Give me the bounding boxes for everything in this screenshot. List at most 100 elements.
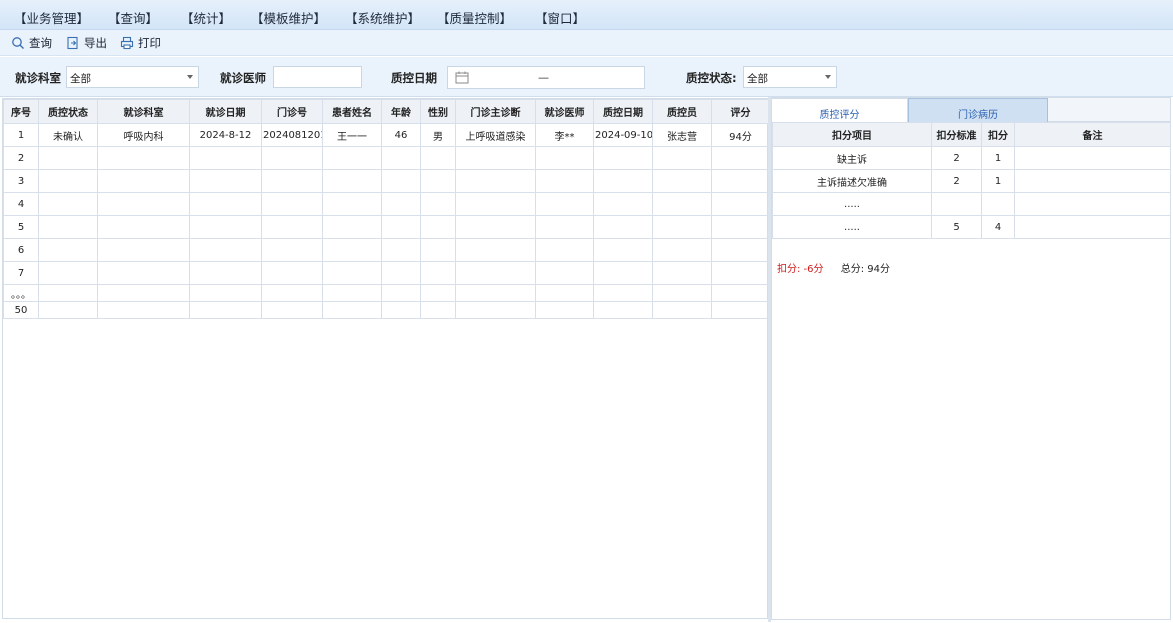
table-cell (455, 169, 536, 193)
col-qc-inspector[interactable]: 质控员 (652, 99, 712, 124)
menu-system[interactable]: 【系统维护】 (345, 8, 420, 27)
table-cell: 5 (931, 215, 982, 239)
table-cell (97, 301, 190, 319)
table-cell: 未确认 (38, 123, 98, 147)
deduction-table: 扣分项目 扣分标准 扣分 备注 缺主诉 2 1 主诉描述欠准确 2 1..........… (772, 122, 1171, 239)
table-cell (261, 238, 323, 262)
table-cell: 男 (420, 123, 456, 147)
col-score[interactable]: 评分 (711, 99, 770, 124)
table-cell[interactable] (711, 261, 770, 285)
table-row[interactable]: 50 (3, 301, 770, 319)
col-deduction-standard: 扣分标准 (931, 122, 982, 147)
table-cell (455, 261, 536, 285)
score-total: 总分: 94分 (840, 264, 890, 275)
menu-window[interactable]: 【窗口】 (535, 8, 585, 27)
table-cell[interactable] (711, 284, 770, 302)
tab-qc-score[interactable]: 质控评分 (772, 98, 908, 123)
tab-outpatient-record[interactable]: 门诊病历 (908, 98, 1048, 123)
qc-detail-panel: 质控评分 门诊病历 扣分项目 扣分标准 扣分 备注 缺主诉 2 1 主诉描述欠准确 2 1… (771, 97, 1171, 620)
menu-quality-control[interactable]: 【质量控制】 (437, 8, 512, 27)
table-cell (261, 284, 323, 302)
table-cell (535, 146, 594, 170)
calendar-icon[interactable] (455, 71, 469, 84)
table-row[interactable]: 6 (3, 238, 770, 262)
col-patient-name[interactable]: 患者姓名 (322, 99, 382, 124)
col-index[interactable]: 序号 (3, 99, 39, 124)
export-icon (67, 36, 78, 50)
table-row[interactable]: 4 (3, 192, 770, 216)
table-cell: 1 (3, 123, 39, 147)
print-button[interactable]: 打印 (120, 35, 161, 51)
table-row[interactable]: 7 (3, 261, 770, 285)
table-cell: 呼吸内科 (97, 123, 190, 147)
deduct-total: 扣分: -6分 (777, 264, 824, 275)
table-cell (381, 215, 421, 239)
table-row[interactable]: 5 (3, 215, 770, 239)
table-row[interactable]: 3 (3, 169, 770, 193)
table-cell (261, 169, 323, 193)
table-cell (1014, 215, 1171, 239)
table-cell[interactable] (711, 146, 770, 170)
qc-date-range-input[interactable]: — (447, 66, 645, 89)
table-cell (189, 215, 262, 239)
table-cell (381, 261, 421, 285)
table-cell[interactable] (711, 238, 770, 262)
doctor-input[interactable] (273, 66, 362, 88)
table-cell (535, 261, 594, 285)
printer-icon (120, 36, 134, 50)
table-cell[interactable] (711, 301, 770, 319)
table-row[interactable]: 。。。 (3, 284, 770, 302)
menu-template[interactable]: 【模板维护】 (251, 8, 326, 27)
menu-query[interactable]: 【查询】 (108, 8, 158, 27)
table-cell: 2024081201 (261, 123, 323, 147)
table-cell (189, 146, 262, 170)
qc-status-select[interactable]: 全部 (743, 66, 837, 88)
table-cell (420, 301, 456, 319)
table-cell (322, 169, 382, 193)
dept-select-value: 全部 (70, 73, 91, 85)
table-cell: 50 (3, 301, 39, 319)
col-gender[interactable]: 性别 (420, 99, 456, 124)
doctor-label: 就诊医师 (220, 71, 266, 85)
table-row[interactable]: ..... 5 4 (772, 215, 1171, 239)
table-row[interactable]: 主诉描述欠准确 2 1 (772, 169, 1171, 193)
col-diagnosis[interactable]: 门诊主诊断 (455, 99, 536, 124)
table-cell (38, 301, 98, 319)
table-row[interactable]: ..... (772, 192, 1171, 216)
menu-business[interactable]: 【业务管理】 (14, 8, 89, 27)
table-cell (381, 238, 421, 262)
table-cell[interactable] (711, 169, 770, 193)
query-button[interactable]: 查询 (11, 35, 52, 51)
table-cell (593, 146, 653, 170)
table-cell: 46 (381, 123, 421, 147)
col-department[interactable]: 就诊科室 (97, 99, 190, 124)
table-cell (38, 261, 98, 285)
dept-select[interactable]: 全部 (66, 66, 199, 88)
menu-statistics[interactable]: 【统计】 (181, 8, 231, 27)
table-row[interactable]: 缺主诉 2 1 (772, 146, 1171, 170)
table-cell[interactable] (711, 192, 770, 216)
col-qc-status[interactable]: 质控状态 (38, 99, 98, 124)
table-cell[interactable]: 94分 (711, 123, 770, 147)
table-cell: 5 (3, 215, 39, 239)
table-cell (652, 284, 712, 302)
export-button[interactable]: 导出 (66, 35, 107, 51)
col-deduction: 扣分 (981, 122, 1015, 147)
table-cell[interactable] (711, 215, 770, 239)
table-cell (38, 146, 98, 170)
table-cell: 李** (535, 123, 594, 147)
col-doctor[interactable]: 就诊医师 (535, 99, 594, 124)
table-cell (322, 192, 382, 216)
table-cell (535, 284, 594, 302)
table-row[interactable]: 2 (3, 146, 770, 170)
table-cell (593, 261, 653, 285)
col-age[interactable]: 年龄 (381, 99, 421, 124)
table-cell (261, 215, 323, 239)
search-icon (12, 37, 24, 49)
col-outpatient-no[interactable]: 门诊号 (261, 99, 323, 124)
table-cell: 1 (981, 169, 1015, 193)
table-row[interactable]: 1 未确认 呼吸内科 2024-8-12 2024081201 王一一 46 男上呼吸道感染李… (3, 123, 770, 147)
col-qc-date[interactable]: 质控日期 (593, 99, 653, 124)
col-visit-date[interactable]: 就诊日期 (189, 99, 262, 124)
table-cell (981, 192, 1015, 216)
